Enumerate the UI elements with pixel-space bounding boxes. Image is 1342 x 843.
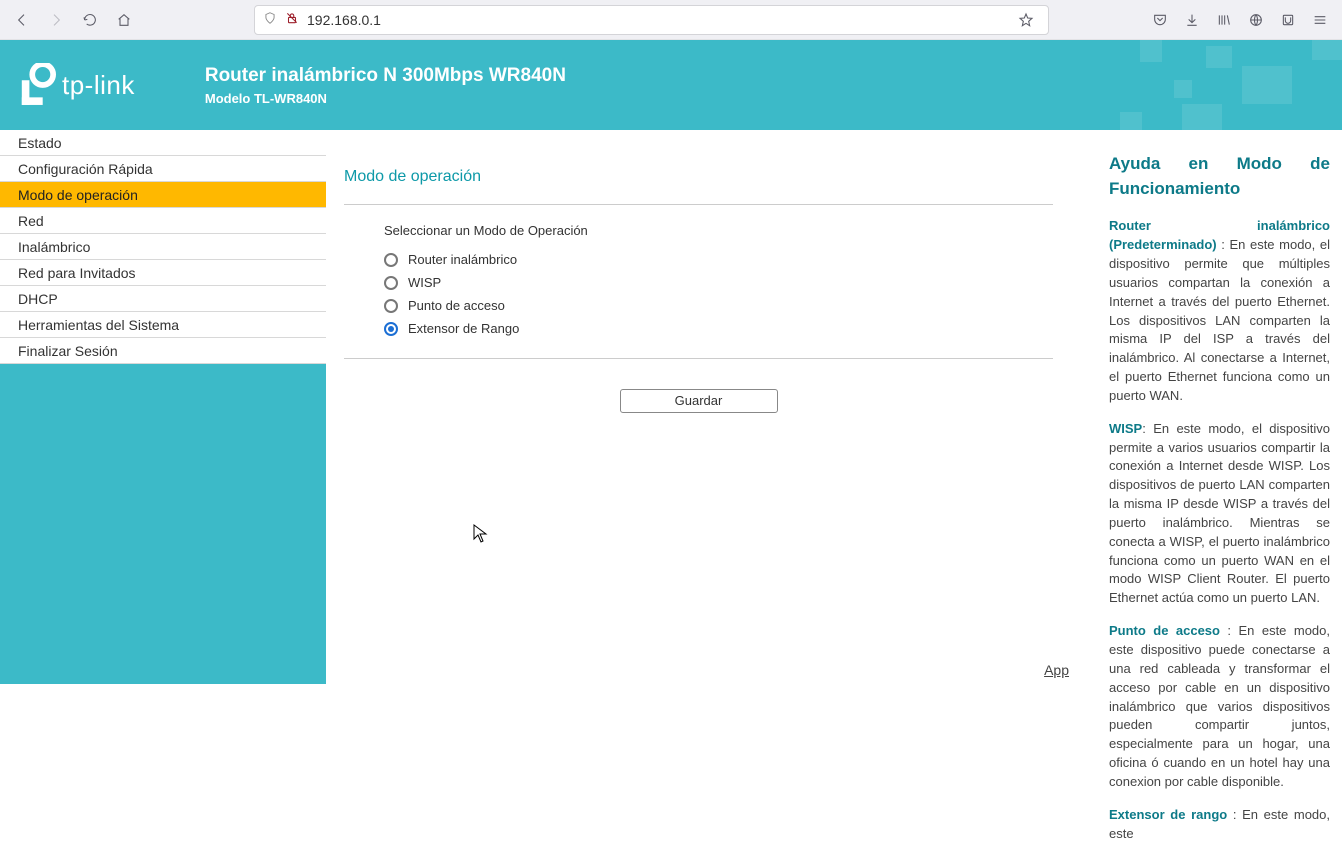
radio-label: Punto de acceso [408, 298, 505, 313]
help-pane: Ayuda en Modo de Funcionamiento Router i… [1093, 130, 1342, 684]
sidebar-item-label: Modo de operación [18, 187, 138, 203]
sidebar-item-label: Inalámbrico [18, 239, 90, 255]
help-paragraph-ap: Punto de acceso : En este modo, este dis… [1109, 622, 1330, 792]
main-columns: Estado Configuración Rápida Modo de oper… [0, 130, 1342, 684]
sidebar: Estado Configuración Rápida Modo de oper… [0, 130, 326, 684]
download-icon[interactable] [1178, 6, 1206, 34]
title-block: Router inalámbrico N 300Mbps WR840N Mode… [205, 65, 566, 106]
radio-icon [384, 299, 398, 313]
logo-mark-icon [18, 63, 56, 107]
sidebar-item-dhcp[interactable]: DHCP [0, 286, 326, 312]
shield-icon [263, 11, 277, 28]
pocket-icon[interactable] [1146, 6, 1174, 34]
radio-icon [384, 253, 398, 267]
help-term: Punto de acceso [1109, 623, 1220, 638]
header-banner: tp-link Router inalámbrico N 300Mbps WR8… [0, 40, 1342, 130]
operation-mode-form: Seleccionar un Modo de Operación Router … [344, 223, 1053, 340]
page-title: Modo de operación [344, 168, 1053, 205]
radio-label: Router inalámbrico [408, 252, 517, 267]
radio-label: WISP [408, 275, 441, 290]
sidebar-item-config-rapida[interactable]: Configuración Rápida [0, 156, 326, 182]
help-title: Ayuda en Modo de Funcionamiento [1109, 152, 1330, 201]
bookmark-star-icon[interactable] [1012, 6, 1040, 34]
reload-button[interactable] [76, 6, 104, 34]
radio-wisp[interactable]: WISP [384, 271, 1053, 294]
sidebar-item-herramientas[interactable]: Herramientas del Sistema [0, 312, 326, 338]
sidebar-item-label: Estado [18, 135, 62, 151]
sidebar-item-label: DHCP [18, 291, 58, 307]
sidebar-item-label: Finalizar Sesión [18, 343, 118, 359]
logo: tp-link [18, 63, 135, 107]
sidebar-item-label: Herramientas del Sistema [18, 317, 179, 333]
globe-icon[interactable] [1242, 6, 1270, 34]
sidebar-item-label: Red [18, 213, 44, 229]
back-button[interactable] [8, 6, 36, 34]
sidebar-item-red-invitados[interactable]: Red para Invitados [0, 260, 326, 286]
sidebar-item-inalambrico[interactable]: Inalámbrico [0, 234, 326, 260]
browser-toolbar: 192.168.0.1 [0, 0, 1342, 40]
radio-icon [384, 322, 398, 336]
help-paragraph-router: Router inalámbrico (Predeterminado) : En… [1109, 217, 1330, 405]
sidebar-item-modo-operacion[interactable]: Modo de operación [0, 182, 326, 208]
home-button[interactable] [110, 6, 138, 34]
sidebar-item-label: Configuración Rápida [18, 161, 153, 177]
sidebar-item-finalizar[interactable]: Finalizar Sesión [0, 338, 326, 364]
help-body: : En este modo, el dispositivo permite a… [1109, 421, 1330, 606]
router-title: Router inalámbrico N 300Mbps WR840N [205, 65, 566, 87]
help-term: WISP [1109, 421, 1142, 436]
content-pane: Modo de operación Seleccionar un Modo de… [326, 130, 1093, 684]
ublock-icon[interactable] [1274, 6, 1302, 34]
sidebar-item-estado[interactable]: Estado [0, 130, 326, 156]
url-text: 192.168.0.1 [307, 12, 1004, 28]
radio-icon [384, 276, 398, 290]
menu-button[interactable] [1306, 6, 1334, 34]
logo-text: tp-link [62, 70, 135, 101]
sidebar-item-label: Red para Invitados [18, 265, 136, 281]
toolbar-right-group [1146, 6, 1334, 34]
router-model: Modelo TL-WR840N [205, 91, 566, 106]
help-body: : En este modo, este dispositivo puede c… [1109, 623, 1330, 789]
footer-app-link[interactable]: App [1044, 662, 1069, 678]
url-bar[interactable]: 192.168.0.1 [254, 5, 1049, 35]
sidebar-item-red[interactable]: Red [0, 208, 326, 234]
radio-extensor-rango[interactable]: Extensor de Rango [384, 317, 1053, 340]
help-body: : En este modo, el dispositivo permite q… [1109, 237, 1330, 403]
forward-button[interactable] [42, 6, 70, 34]
lock-slash-icon [285, 11, 299, 28]
help-paragraph-extensor: Extensor de rango : En este modo, este [1109, 806, 1330, 843]
help-paragraph-wisp: WISP: En este modo, el dispositivo permi… [1109, 420, 1330, 608]
library-icon[interactable] [1210, 6, 1238, 34]
radio-router-inalambrico[interactable]: Router inalámbrico [384, 248, 1053, 271]
radio-punto-acceso[interactable]: Punto de acceso [384, 294, 1053, 317]
form-label: Seleccionar un Modo de Operación [384, 223, 1053, 238]
save-button[interactable]: Guardar [620, 389, 778, 413]
help-term: Extensor de rango [1109, 807, 1227, 822]
radio-label: Extensor de Rango [408, 321, 519, 336]
banner-decor [1082, 40, 1342, 130]
